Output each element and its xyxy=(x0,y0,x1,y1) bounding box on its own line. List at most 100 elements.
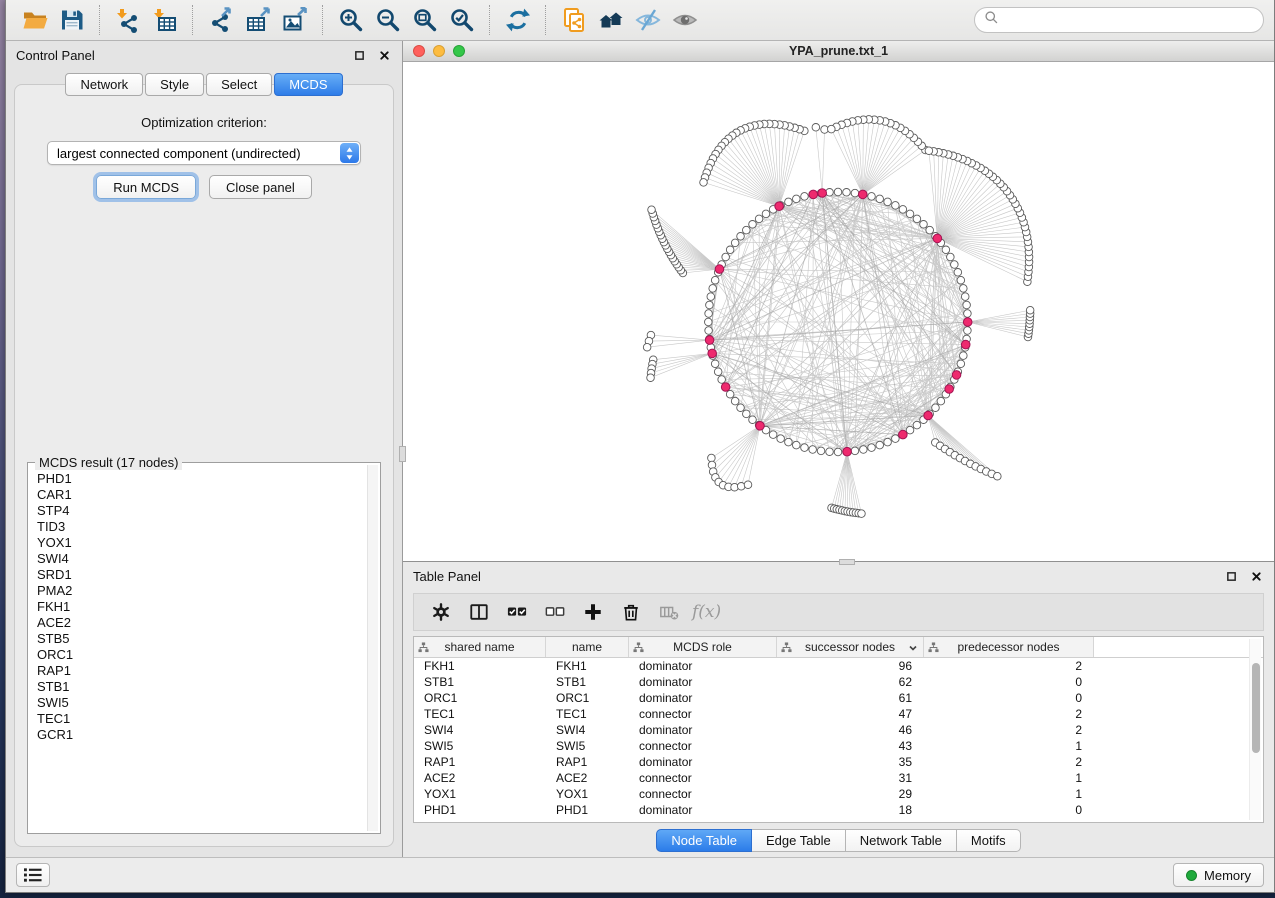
table-cell: dominator xyxy=(629,690,777,706)
table-row[interactable]: FKH1FKH1dominator962 xyxy=(414,658,1263,674)
tab-select[interactable]: Select xyxy=(206,73,272,96)
table-cell: 47 xyxy=(777,706,924,722)
tab-mcds[interactable]: MCDS xyxy=(274,73,342,96)
zoom-in-icon[interactable] xyxy=(332,3,369,37)
first-neighbors-icon[interactable] xyxy=(592,3,629,37)
delete-column-icon xyxy=(650,597,688,627)
minimize-window-icon[interactable] xyxy=(433,45,445,57)
table-cell: 1 xyxy=(924,770,1094,786)
table-row[interactable]: TEC1TEC1connector472 xyxy=(414,706,1263,722)
mcds-result-item[interactable]: STB1 xyxy=(37,679,365,695)
mcds-result-item[interactable]: STB5 xyxy=(37,631,365,647)
import-network-icon[interactable] xyxy=(109,3,146,37)
table-scrollbar[interactable] xyxy=(1249,639,1261,820)
column-header-shared-name[interactable]: shared name xyxy=(414,637,546,657)
tab-network-table[interactable]: Network Table xyxy=(846,829,957,852)
mcds-result-item[interactable]: PHD1 xyxy=(37,471,365,487)
mcds-result-item[interactable]: SWI5 xyxy=(37,695,365,711)
show-all-icon[interactable] xyxy=(666,3,703,37)
deselect-all-icon[interactable] xyxy=(536,597,574,627)
refresh-layout-icon[interactable] xyxy=(499,3,536,37)
column-header-predecessor-nodes[interactable]: predecessor nodes xyxy=(924,637,1094,657)
tab-style[interactable]: Style xyxy=(145,73,204,96)
maximize-window-icon[interactable] xyxy=(453,45,465,57)
table-row[interactable]: SWI5SWI5connector431 xyxy=(414,738,1263,754)
table-row[interactable]: RAP1RAP1dominator352 xyxy=(414,754,1263,770)
table-row[interactable]: ACE2ACE2connector311 xyxy=(414,770,1263,786)
import-table-icon[interactable] xyxy=(146,3,183,37)
mcds-result-item[interactable]: TEC1 xyxy=(37,711,365,727)
search-box[interactable] xyxy=(974,7,1264,33)
search-input[interactable] xyxy=(1005,13,1254,28)
column-header-MCDS-role[interactable]: MCDS role xyxy=(629,637,777,657)
mcds-result-item[interactable]: SWI4 xyxy=(37,551,365,567)
column-header-label: shared name xyxy=(444,640,514,654)
table-row[interactable]: SWI4SWI4dominator462 xyxy=(414,722,1263,738)
column-header-name[interactable]: name xyxy=(546,637,629,657)
mcds-result-item[interactable]: FKH1 xyxy=(37,599,365,615)
table-row[interactable]: PHD1PHD1dominator180 xyxy=(414,802,1263,818)
network-titlebar[interactable]: YPA_prune.txt_1 xyxy=(403,41,1274,62)
float-panel-icon[interactable] xyxy=(351,47,367,63)
add-entry-icon[interactable] xyxy=(574,597,612,627)
settings-gear-icon[interactable] xyxy=(422,597,460,627)
status-bar: Memory xyxy=(6,857,1274,892)
table-cell: PHD1 xyxy=(414,802,546,818)
select-all-icon[interactable] xyxy=(498,597,536,627)
table-cell: dominator xyxy=(629,754,777,770)
close-panel-button[interactable]: Close panel xyxy=(209,175,312,199)
memory-button[interactable]: Memory xyxy=(1173,863,1264,887)
network-canvas[interactable] xyxy=(403,62,1274,561)
mcds-result-item[interactable]: STP4 xyxy=(37,503,365,519)
horizontal-splitter-handle[interactable] xyxy=(839,559,855,565)
save-session-icon[interactable] xyxy=(53,3,90,37)
criterion-select[interactable]: largest connected component (undirected) xyxy=(47,141,361,165)
mcds-result-item[interactable]: CAR1 xyxy=(37,487,365,503)
mcds-result-box: MCDS result (17 nodes) PHD1CAR1STP4TID3Y… xyxy=(27,462,381,834)
tab-network[interactable]: Network xyxy=(65,73,143,96)
table-cell: 29 xyxy=(777,786,924,802)
table-row[interactable]: STB1STB1dominator620 xyxy=(414,674,1263,690)
mcds-result-item[interactable]: GCR1 xyxy=(37,727,365,743)
tab-motifs[interactable]: Motifs xyxy=(957,829,1021,852)
mcds-result-item[interactable]: SRD1 xyxy=(37,567,365,583)
table-row[interactable]: YOX1YOX1connector291 xyxy=(414,786,1263,802)
table-cell: dominator xyxy=(629,658,777,674)
close-panel-icon[interactable] xyxy=(1248,568,1264,584)
show-panels-button[interactable] xyxy=(16,863,50,887)
vertical-splitter-handle[interactable] xyxy=(399,446,406,462)
zoom-fit-icon[interactable] xyxy=(406,3,443,37)
attribute-icon xyxy=(928,642,939,653)
control-panel: Control Panel NetworkStyleSelectMCDS Opt… xyxy=(6,41,403,857)
table-cell: SWI4 xyxy=(414,722,546,738)
mcds-result-item[interactable]: TID3 xyxy=(37,519,365,535)
network-graph[interactable] xyxy=(403,62,1274,561)
mcds-result-item[interactable]: YOX1 xyxy=(37,535,365,551)
run-mcds-button[interactable]: Run MCDS xyxy=(96,175,196,199)
hide-selected-icon[interactable] xyxy=(629,3,666,37)
tab-edge-table[interactable]: Edge Table xyxy=(752,829,846,852)
close-panel-icon[interactable] xyxy=(376,47,392,63)
float-panel-icon[interactable] xyxy=(1223,568,1239,584)
table-scrollbar-thumb[interactable] xyxy=(1252,663,1260,753)
mcds-result-item[interactable]: PMA2 xyxy=(37,583,365,599)
column-layout-icon[interactable] xyxy=(460,597,498,627)
export-image-icon[interactable] xyxy=(276,3,313,37)
open-file-icon[interactable] xyxy=(16,3,53,37)
result-scrollbar[interactable] xyxy=(367,465,378,831)
network-share-icon[interactable] xyxy=(555,3,592,37)
export-network-icon[interactable] xyxy=(202,3,239,37)
table-cell: 96 xyxy=(777,658,924,674)
zoom-out-icon[interactable] xyxy=(369,3,406,37)
tab-node-table[interactable]: Node Table xyxy=(656,829,752,852)
delete-entry-icon[interactable] xyxy=(612,597,650,627)
mcds-result-item[interactable]: ORC1 xyxy=(37,647,365,663)
table-row[interactable]: ORC1ORC1dominator610 xyxy=(414,690,1263,706)
column-header-successor-nodes[interactable]: successor nodes xyxy=(777,637,924,657)
table-cell: 0 xyxy=(924,802,1094,818)
mcds-result-item[interactable]: RAP1 xyxy=(37,663,365,679)
mcds-result-item[interactable]: ACE2 xyxy=(37,615,365,631)
zoom-selected-icon[interactable] xyxy=(443,3,480,37)
export-table-icon[interactable] xyxy=(239,3,276,37)
close-window-icon[interactable] xyxy=(413,45,425,57)
